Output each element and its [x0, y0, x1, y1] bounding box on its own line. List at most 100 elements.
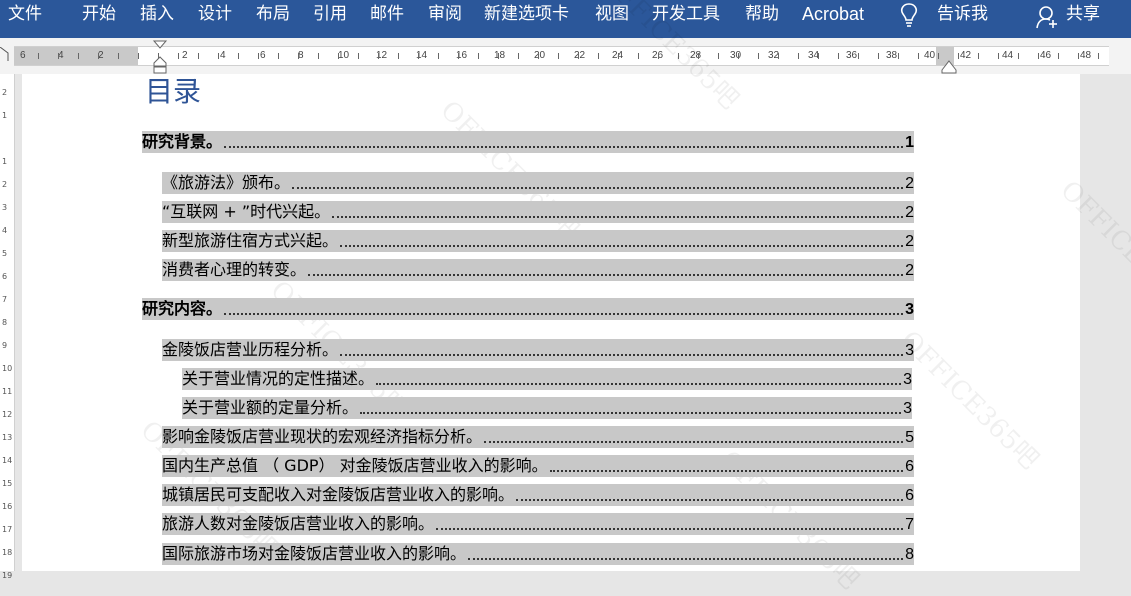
ruler-tick	[918, 53, 919, 59]
ruler-number: 36	[846, 50, 858, 61]
ribbon-tabs-bar: 文件 开始 插入 设计 布局 引用 邮件 审阅 新建选项卡 视图 开发工具 帮助…	[0, 0, 1131, 38]
tell-me-label[interactable]: 告诉我	[937, 0, 988, 28]
toc-entry-text: 消费者心理的转变。	[162, 260, 307, 279]
vertical-ruler-number: 2	[2, 180, 8, 189]
tab-layout[interactable]: 布局	[256, 0, 290, 28]
toc-page-number: 8	[905, 546, 914, 563]
toc-entry[interactable]: 国内生产总值 （ GDP） 对金陵饭店营业收入的影响。 6	[162, 455, 914, 477]
toc-page-number: 2	[905, 204, 914, 221]
vertical-ruler-number: 1	[2, 111, 8, 120]
toc-entry[interactable]: 《旅游法》颁布。 2	[162, 172, 914, 194]
toc-page-number: 3	[903, 371, 912, 388]
tab-selector-icon[interactable]	[0, 47, 10, 61]
toc-entry[interactable]: 国际旅游市场对金陵饭店营业收入的影响。 8	[162, 543, 914, 565]
toc-leader-dots	[360, 412, 902, 414]
ruler-number: 28	[690, 50, 702, 61]
tab-help[interactable]: 帮助	[745, 0, 779, 28]
vertical-ruler-number: 17	[2, 525, 13, 534]
ruler-tick	[938, 53, 939, 59]
tab-references[interactable]: 引用	[313, 0, 347, 28]
toc-entry-text: 城镇居民可支配收入对金陵饭店营业收入的影响。	[162, 485, 515, 504]
ruler-number: 38	[886, 50, 898, 61]
toc-entry[interactable]: 研究背景。 1	[142, 131, 914, 153]
toc-page-number: 6	[905, 458, 914, 475]
ruler-number: 30	[730, 50, 742, 61]
tab-developer[interactable]: 开发工具	[652, 0, 720, 28]
tab-new-tab[interactable]: 新建选项卡	[484, 0, 569, 28]
toc-leader-dots	[340, 354, 904, 356]
toc-leader-dots	[224, 313, 904, 315]
ruler-tick	[418, 53, 419, 59]
toc-page-number: 3	[905, 301, 914, 318]
toc-entry[interactable]: 旅游人数对金陵饭店营业收入的影响。 7	[162, 513, 914, 535]
ruler-tick	[318, 53, 319, 59]
toc-leader-dots	[436, 528, 904, 530]
ruler-number: 18	[494, 50, 506, 61]
tab-view[interactable]: 视图	[595, 0, 629, 28]
ruler-tick	[778, 53, 779, 59]
ruler-tick	[298, 53, 299, 59]
ruler-tick	[1038, 53, 1039, 59]
ruler-tick	[118, 53, 119, 59]
share-button[interactable]: 共享	[1066, 0, 1100, 28]
vertical-ruler-number: 16	[2, 502, 13, 511]
tab-design[interactable]: 设计	[198, 0, 232, 28]
toc-entry[interactable]: 研究内容。 3	[142, 298, 914, 320]
tab-home[interactable]: 开始	[82, 0, 116, 28]
ruler-tick	[758, 53, 759, 59]
ruler-tick	[978, 53, 979, 59]
toc-page-number: 3	[905, 342, 914, 359]
toc-entry[interactable]: 消费者心理的转变。 2	[162, 259, 914, 281]
ruler-number: 10	[338, 50, 350, 61]
toc-entry[interactable]: 金陵饭店营业历程分析。 3	[162, 339, 914, 361]
toc-entry[interactable]: “互联网 + ”时代兴起。 2	[162, 201, 914, 223]
share-person-icon[interactable]	[1036, 5, 1058, 29]
vertical-ruler-number: 12	[2, 410, 13, 419]
toc-page-number: 1	[905, 134, 914, 151]
ruler-tick	[658, 53, 659, 59]
ruler-tick	[78, 53, 79, 59]
ruler-tick	[1018, 53, 1019, 59]
toc-leader-dots	[516, 499, 904, 501]
tab-review[interactable]: 审阅	[428, 0, 462, 28]
toc-leader-dots	[308, 274, 904, 276]
toc-leader-dots	[224, 146, 904, 148]
ruler-number: 2	[182, 50, 188, 61]
ruler-number: 22	[574, 50, 586, 61]
toc-entry[interactable]: 关于营业额的定量分析。 3	[182, 397, 912, 419]
toc-entry-text: 国际旅游市场对金陵饭店营业收入的影响。	[162, 544, 467, 563]
vertical-ruler-number: 1	[2, 157, 8, 166]
tab-file[interactable]: 文件	[8, 0, 42, 28]
toc-leader-dots	[340, 245, 904, 247]
vertical-ruler-number: 10	[2, 364, 13, 373]
ruler-tick	[218, 53, 219, 59]
ruler-tick	[958, 53, 959, 59]
tab-mailings[interactable]: 邮件	[370, 0, 404, 28]
tab-acrobat[interactable]: Acrobat	[802, 0, 864, 28]
tab-insert[interactable]: 插入	[140, 0, 174, 28]
toc-entry-text: 金陵饭店营业历程分析。	[162, 340, 339, 359]
vertical-ruler[interactable]: 2 1 1 2 3 4 5 6 7 8 9 10 11 12 13 14 15 16 17 18 19	[0, 74, 15, 580]
right-indent-icon[interactable]	[940, 60, 958, 74]
toc-entry[interactable]: 城镇居民可支配收入对金陵饭店营业收入的影响。 6	[162, 484, 914, 506]
toc-entry[interactable]: 关于营业情况的定性描述。 3	[182, 368, 912, 390]
vertical-ruler-number: 7	[2, 295, 8, 304]
lightbulb-icon[interactable]	[898, 2, 920, 28]
ruler-tick	[578, 53, 579, 59]
vertical-ruler-number: 18	[2, 548, 13, 557]
ruler-left-margin	[14, 47, 138, 65]
ruler-tick	[238, 53, 239, 59]
toc-entry-text: 关于营业额的定量分析。	[182, 398, 359, 417]
toc-entry[interactable]: 影响金陵饭店营业现状的宏观经济指标分析。 5	[162, 426, 914, 448]
ruler-tick	[858, 53, 859, 59]
toc-entry-text: 《旅游法》颁布。	[162, 173, 291, 192]
vertical-ruler-number: 8	[2, 318, 8, 327]
ruler-tick	[618, 53, 619, 59]
vertical-ruler-number: 11	[2, 387, 13, 396]
toc-page-number: 6	[905, 487, 914, 504]
toc-leader-dots	[484, 441, 904, 443]
toc-entry-text: 关于营业情况的定性描述。	[182, 369, 375, 388]
toc-title: 目录	[145, 75, 202, 108]
ruler-tick	[358, 53, 359, 59]
toc-entry[interactable]: 新型旅游住宿方式兴起。 2	[162, 230, 914, 252]
